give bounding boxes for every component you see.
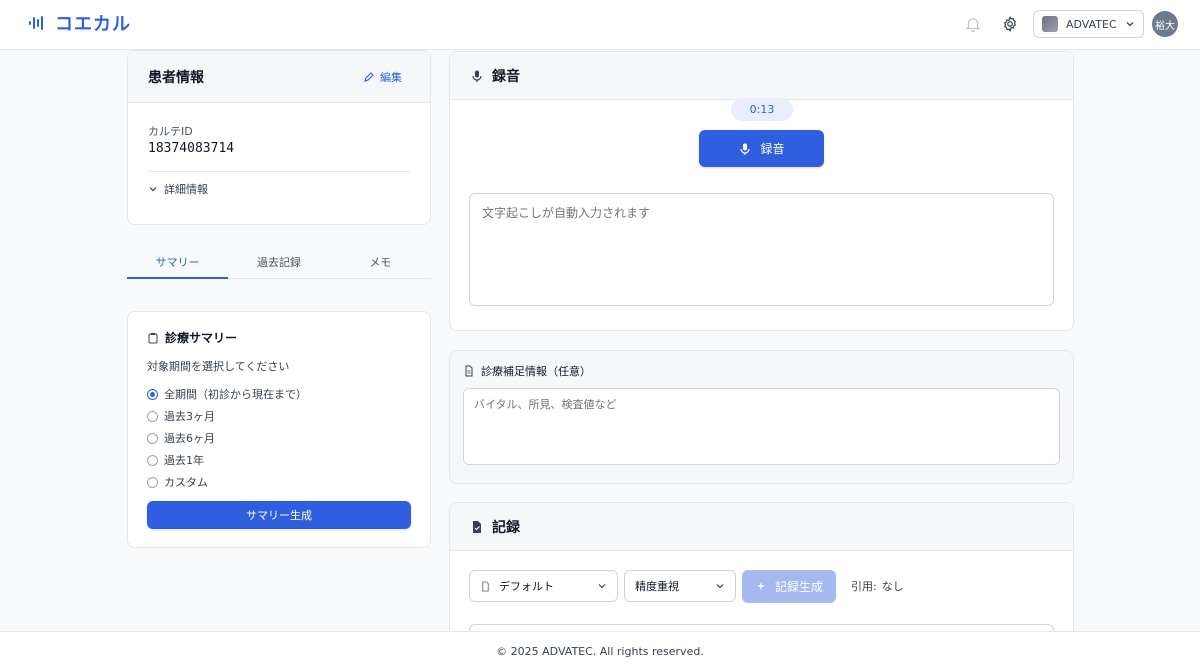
app-name: コエカル [55, 14, 131, 35]
summary-title: 診療サマリー [165, 331, 238, 345]
gear-icon[interactable] [1001, 15, 1019, 33]
patient-info-card: 患者情報 編集 カルテID 18374083714 詳細情報 [127, 50, 431, 225]
radio-button[interactable] [147, 454, 158, 466]
record-title: 記録 [492, 519, 520, 536]
footer: © 2025 ADVATEC. All rights reserved. [0, 631, 1200, 671]
period-option-custom[interactable]: カスタム [147, 474, 208, 490]
period-option-label: 過去1年 [164, 454, 204, 467]
record-label: 録音 [760, 142, 785, 156]
chevron-down-icon [716, 584, 724, 589]
recording-header: 録音 [450, 52, 1073, 100]
citation-label: 引用: [851, 580, 877, 593]
microphone-icon [740, 143, 751, 155]
copyright-text: © 2025 ADVATEC. All rights reserved. [496, 645, 704, 658]
details-label: 詳細情報 [164, 183, 208, 196]
avatar[interactable]: 裕大 [1152, 11, 1178, 37]
document-icon [465, 365, 473, 377]
top-header: コエカル ADVATEC 裕大 [0, 0, 1200, 50]
period-option-6m[interactable]: 過去6ヶ月 [147, 430, 215, 446]
period-option-label: カスタム [164, 476, 208, 489]
edit-label: 編集 [380, 71, 402, 84]
summary-header: 診療サマリー [147, 329, 237, 346]
radio-button[interactable] [147, 410, 158, 422]
record-button[interactable]: 録音 [699, 130, 824, 167]
template-select-value: デフォルト [499, 580, 554, 593]
citation-value: なし [881, 580, 904, 593]
period-option-3m[interactable]: 過去3ヶ月 [147, 408, 215, 424]
period-option-label: 過去6ヶ月 [164, 432, 215, 445]
organization-logo [1042, 16, 1058, 32]
chevron-down-icon [149, 187, 157, 192]
generate-record-button[interactable]: 記録生成 [742, 570, 836, 603]
organization-select[interactable]: ADVATEC [1033, 10, 1144, 38]
template-select[interactable]: デフォルト [469, 570, 618, 602]
generate-record-label: 記録生成 [774, 580, 823, 594]
generate-summary-button[interactable]: サマリー生成 [147, 501, 411, 529]
tab-summary[interactable]: サマリー [127, 244, 229, 279]
edit-button[interactable]: 編集 [363, 69, 402, 85]
pencil-icon [364, 72, 374, 82]
tab-history[interactable]: 過去記録 [228, 244, 329, 278]
record-output-area[interactable] [469, 624, 1054, 631]
karte-id-label: カルテID [148, 125, 193, 138]
supplement-title: 診療補足情報（任意） [481, 365, 591, 378]
karte-id-value: 18374083714 [148, 141, 235, 156]
patient-info-title: 患者情報 [148, 69, 204, 86]
period-option-1y[interactable]: 過去1年 [147, 452, 204, 468]
period-option-all[interactable]: 全期間（初診から現在まで） [147, 386, 307, 402]
recording-timer: 0:13 [731, 98, 793, 121]
chevron-down-icon [598, 584, 606, 589]
organization-name: ADVATEC [1066, 17, 1117, 31]
period-option-label: 全期間（初診から現在まで） [164, 388, 307, 401]
citation-info: 引用: なし [851, 578, 904, 594]
radio-button[interactable] [147, 388, 158, 400]
brand[interactable]: コエカル [27, 10, 131, 36]
microphone-icon [472, 70, 482, 82]
divider [148, 171, 410, 172]
radio-button[interactable] [147, 432, 158, 444]
clipboard-icon [148, 332, 158, 343]
period-option-label: 過去3ヶ月 [164, 410, 215, 423]
waveform-logo-icon [29, 16, 43, 30]
left-tabs: サマリー 過去記録 メモ [127, 244, 431, 279]
record-header: 記録 [450, 503, 1073, 551]
sparkle-icon [756, 581, 765, 590]
mode-select-value: 精度重視 [635, 580, 679, 593]
radio-button[interactable] [147, 476, 158, 488]
summary-prompt: 対象期間を選択してください [147, 360, 290, 373]
supplement-input[interactable] [463, 388, 1060, 465]
transcript-input[interactable] [469, 193, 1054, 306]
recording-title: 録音 [492, 68, 520, 85]
bell-icon[interactable] [964, 15, 982, 33]
mode-select[interactable]: 精度重視 [624, 570, 736, 602]
details-toggle[interactable]: 詳細情報 [148, 181, 208, 197]
supplement-header: 診療補足情報（任意） [463, 363, 591, 379]
chevron-down-icon [1126, 22, 1134, 27]
tab-memo[interactable]: メモ [330, 244, 431, 278]
document-icon [482, 580, 489, 592]
document-icon [473, 520, 481, 533]
